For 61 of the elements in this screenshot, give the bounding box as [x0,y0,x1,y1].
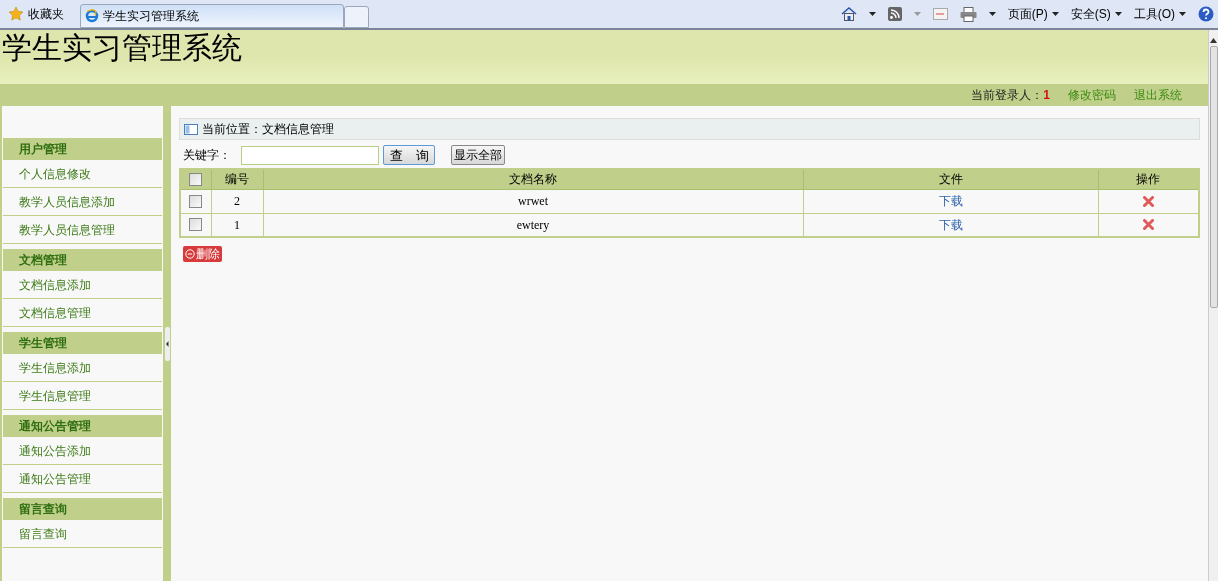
sidebar-item[interactable]: 学生信息管理 [3,382,162,410]
sidebar-group-header[interactable]: 学生管理 [3,332,162,354]
menu-button[interactable]: 工具(O) [1133,5,1186,23]
printer-icon[interactable] [959,6,977,22]
keyword-label: 关键字： [183,147,231,164]
header-link[interactable]: 修改密码 [1068,86,1116,104]
header-link[interactable]: 退出系统 [1134,86,1182,104]
user-label: 当前登录人：1 [971,87,1050,104]
breadcrumb: 当前位置：文档信息管理 [202,121,334,138]
caret-icon[interactable] [988,12,996,16]
caret-icon [1114,12,1122,16]
sidebar-item[interactable]: 文档信息添加 [3,271,162,299]
menu-button[interactable]: 页面(P) [1007,5,1059,23]
sidebar-item[interactable]: 留言查询 [3,520,162,548]
keyword-field[interactable] [241,145,379,165]
caret-icon [1179,12,1186,16]
scrollbar[interactable] [1208,30,1218,581]
download-link[interactable]: 下载 [938,194,963,208]
browser-tab[interactable]: 学生实习管理系统 [80,4,344,28]
sidebar-item[interactable]: 文档信息管理 [3,299,162,327]
delete-icon[interactable] [1142,219,1154,231]
delete-icon[interactable] [1142,195,1154,207]
column-header: 文档名称 [263,169,803,189]
site-title: 学生实习管理系统 [1,30,243,65]
checkbox[interactable] [189,172,203,186]
sidebar-item[interactable]: 教学人员信息添加 [3,188,162,216]
panel-icon [184,123,198,135]
browser-logo-icon [85,9,99,23]
home-icon[interactable] [840,6,857,22]
show-all-button[interactable]: 显示全部 [451,145,505,165]
table-cell: 2 [211,189,263,213]
sidebar-item[interactable]: 学生信息添加 [3,354,162,382]
caret-icon [1051,12,1059,16]
download-link[interactable]: 下载 [938,217,963,232]
checkbox[interactable] [189,218,203,232]
sidebar-group-header[interactable]: 留言查询 [3,498,162,520]
column-header: 编号 [211,169,263,189]
collapse-icon[interactable] [164,326,170,361]
favorites-button[interactable]: 收藏夹 [0,0,72,28]
sidebar-item[interactable]: 通知公告管理 [3,465,162,493]
query-button[interactable]: 查 询 [383,145,435,165]
sidebar-item[interactable]: 个人信息修改 [3,160,162,188]
scroll-up-icon[interactable] [1210,38,1217,43]
sidebar-item[interactable]: 通知公告添加 [3,437,162,465]
delete-button[interactable]: 删除 [183,246,222,262]
menu-button[interactable]: 安全(S) [1070,5,1122,23]
column-header: 文件 [803,169,1098,189]
sidebar-group-header[interactable]: 用户管理 [3,138,162,160]
scroll-thumb[interactable] [1209,46,1218,308]
sidebar-group-header[interactable]: 通知公告管理 [3,415,162,437]
table-cell: wrwet [263,189,803,213]
help-icon[interactable] [1198,6,1214,22]
sidebar-group-header[interactable]: 文档管理 [3,249,162,271]
caret-icon[interactable] [868,12,876,16]
sidebar-item[interactable]: 教学人员信息管理 [3,216,162,244]
star-icon [8,6,24,22]
minus-circle-icon [185,249,195,259]
checkbox[interactable] [189,194,203,208]
feed-icon[interactable] [887,7,902,21]
user-value: 1 [1043,88,1050,102]
new-tab-button[interactable] [344,6,369,28]
